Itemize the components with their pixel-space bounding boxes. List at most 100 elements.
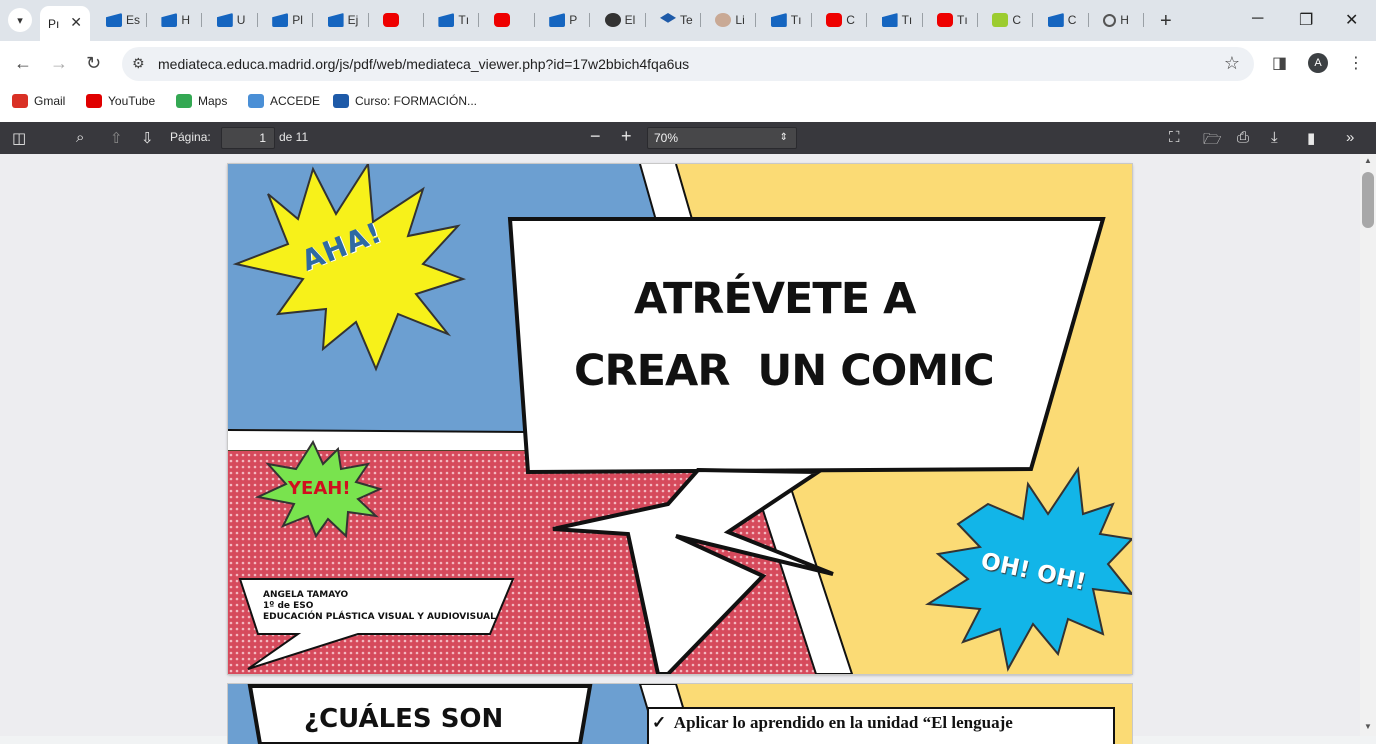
tab-label: Es — [126, 13, 141, 27]
tab-label: Pl — [292, 13, 303, 27]
restore-icon[interactable]: ❐ — [1299, 10, 1313, 30]
youtube-icon — [86, 94, 102, 108]
bookmark-icon[interactable]: ▮ — [1307, 129, 1315, 147]
bookmark-star-icon[interactable]: ☆ — [1224, 53, 1240, 74]
bookmark-gmail[interactable]: Gmail — [12, 94, 65, 108]
bookmark-label: ACCEDE — [270, 94, 321, 108]
gmail-icon — [12, 94, 28, 108]
tab-7[interactable] — [480, 8, 535, 32]
clapper-icon — [549, 13, 566, 27]
browser-toolbar: ← → ↻ ⚙ mediateca.educa.madrid.org/js/pd… — [0, 41, 1376, 86]
select-arrow-icon: ⇕ — [779, 132, 788, 143]
tab-11[interactable]: Li — [701, 8, 757, 32]
url-text[interactable]: mediateca.educa.madrid.org/js/pdf/web/me… — [158, 56, 689, 72]
clapper-icon — [161, 13, 178, 27]
bookmark-accede[interactable]: ACCEDE — [248, 94, 320, 108]
tab-label: H — [1120, 13, 1129, 27]
smiley-icon — [992, 13, 1009, 27]
tab-4[interactable]: Ej — [314, 8, 369, 32]
bookmarks-bar: Gmail YouTube Maps ACCEDE Curso: FORMACIÓN..… — [0, 86, 1376, 122]
youtube-icon — [493, 13, 510, 27]
new-tab-button[interactable]: + — [1160, 10, 1172, 33]
clapper-icon — [1047, 13, 1064, 27]
search-icon[interactable]: ⌕ — [76, 129, 84, 146]
download-icon[interactable]: ⤓ — [1271, 129, 1278, 146]
pdf-page-1: AHA! ATRÉVETE A CREAR UN COMIC YEAH! OH!… — [228, 164, 1132, 674]
back-arrow-icon[interactable]: ← — [14, 53, 32, 74]
tab-12[interactable]: Tı — [757, 8, 812, 32]
tab-13[interactable]: C — [812, 8, 868, 32]
google-icon — [604, 13, 621, 27]
next-page-icon[interactable]: ⇩ — [141, 129, 154, 147]
tools-more-icon[interactable]: » — [1346, 129, 1354, 146]
forward-arrow-icon[interactable]: → — [50, 53, 68, 74]
open-file-icon[interactable]: 🗁 — [1203, 129, 1222, 154]
zoom-in-button[interactable]: + — [621, 126, 632, 147]
tab-0[interactable]: Es — [92, 8, 147, 32]
print-icon[interactable]: ⎙ — [1237, 129, 1249, 146]
zoom-out-button[interactable]: − — [590, 126, 601, 147]
maps-pin-icon — [176, 94, 192, 108]
tab-label: P — [569, 13, 578, 27]
tab-search-button[interactable]: ▾ — [8, 8, 32, 32]
menu-kebab-icon[interactable]: ⋮ — [1348, 53, 1364, 73]
tab-label: C — [1012, 13, 1022, 27]
title-line-1: ATRÉVETE A — [634, 274, 916, 324]
tab-1[interactable]: H — [147, 8, 203, 32]
pdf-toolbar: ◫ ⌕ ⇧ ⇩ Página: 1 de 11 − + 70% ⇕ ⛶ 🗁 ⎙ ⤓… — [0, 122, 1376, 154]
address-bar[interactable]: ⚙ mediateca.educa.madrid.org/js/pdf/web/… — [122, 47, 1254, 81]
tab-separator — [1143, 13, 1145, 27]
scrollbar-thumb[interactable] — [1362, 172, 1374, 228]
reload-icon[interactable]: ↻ — [86, 53, 101, 74]
tab-15[interactable]: Tı — [923, 8, 978, 32]
pdf-page-2: ¿CUÁLES SON ✓ Aplicar lo aprendido en la… — [228, 684, 1132, 744]
bookmark-maps[interactable]: Maps — [176, 94, 227, 108]
viewer-scrollbar[interactable]: ▲ ▼ — [1360, 154, 1376, 736]
close-window-icon[interactable]: ✕ — [1345, 10, 1358, 30]
tab-17[interactable]: C — [1034, 8, 1089, 32]
tab-label: El — [624, 13, 636, 27]
bookmark-label: Gmail — [34, 94, 66, 108]
tab-18[interactable]: H — [1089, 8, 1145, 32]
tab-3[interactable]: Pl — [258, 8, 314, 32]
title-line-2: CREAR UN COMIC — [574, 346, 995, 396]
tab-16[interactable]: C — [978, 8, 1034, 32]
zoom-select[interactable]: 70% ⇕ — [647, 127, 797, 149]
tab-8[interactable]: P — [535, 8, 591, 32]
bookmark-youtube[interactable]: YouTube — [86, 94, 155, 108]
profile-avatar[interactable]: A — [1308, 53, 1328, 73]
close-tab-icon[interactable]: ✕ — [70, 14, 82, 31]
side-panel-icon[interactable]: ◨ — [1272, 53, 1287, 73]
tab-5[interactable] — [369, 8, 424, 32]
tab-6[interactable]: Tı — [424, 8, 480, 32]
presentation-mode-icon[interactable]: ⛶ — [1169, 129, 1180, 146]
tab-9[interactable]: El — [591, 8, 646, 32]
scroll-up-icon[interactable]: ▲ — [1364, 156, 1372, 165]
clapper-icon — [106, 13, 122, 27]
tab-label: Te — [680, 13, 693, 27]
site-settings-icon[interactable]: ⚙ — [132, 55, 145, 72]
tab-active[interactable]: Pı ✕ — [40, 6, 90, 41]
sidebar-toggle-icon[interactable]: ◫ — [12, 129, 26, 147]
pdf-viewer-container[interactable]: AHA! ATRÉVETE A CREAR UN COMIC YEAH! OH!… — [0, 154, 1376, 744]
minimize-icon[interactable]: ─ — [1252, 10, 1263, 28]
page2-heading: ¿CUÁLES SON — [304, 704, 504, 734]
scroll-down-icon[interactable]: ▼ — [1364, 722, 1372, 731]
author-grade: 1º de ESO — [263, 601, 314, 611]
tab-14[interactable]: Tı — [868, 8, 923, 32]
tab-label: Tı — [901, 13, 913, 27]
youtube-icon — [383, 13, 399, 27]
tab-strip: ▾ Pı ✕ Es H U Pl Ej Tı P El Te Li Tı C Tı Tı C C H + ─ ❐… — [0, 0, 1376, 41]
author-name: ANGELA TAMAYO — [263, 590, 349, 600]
brain-icon — [715, 13, 732, 27]
bookmark-curso[interactable]: Curso: FORMACIÓN... — [333, 94, 477, 108]
tab-10[interactable]: Te — [646, 8, 701, 32]
page-number-input[interactable]: 1 — [221, 127, 275, 149]
tab-label: Ej — [347, 13, 359, 27]
previous-page-icon[interactable]: ⇧ — [110, 129, 123, 147]
graduation-cap-icon — [660, 13, 676, 23]
page-label: Página: — [170, 130, 211, 144]
tab-label: U — [236, 13, 246, 27]
tab-2[interactable]: U — [203, 8, 258, 32]
tab-label: C — [846, 13, 855, 27]
